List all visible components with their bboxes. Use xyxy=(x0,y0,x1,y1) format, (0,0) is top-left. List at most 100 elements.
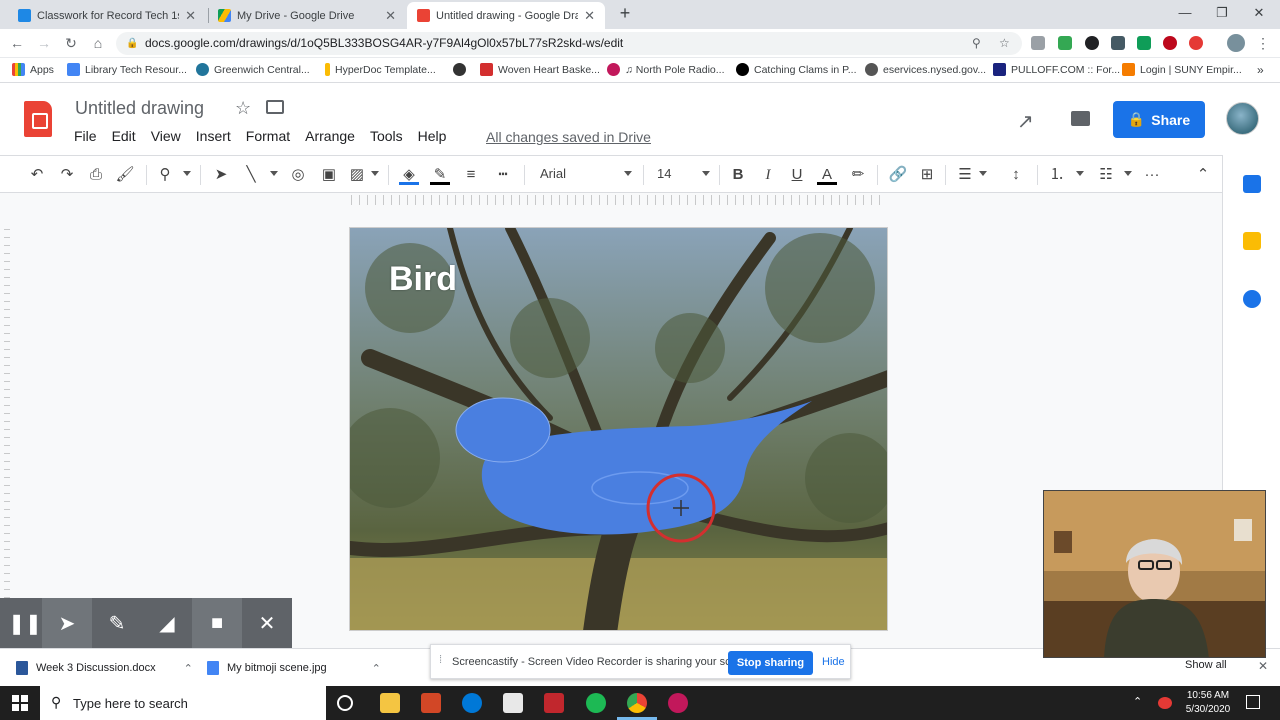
profile-avatar[interactable] xyxy=(1227,34,1245,52)
text-color-button[interactable]: A xyxy=(817,165,837,185)
undo-icon[interactable]: ↶ xyxy=(27,165,47,185)
drawing-page[interactable]: Bird xyxy=(349,227,888,631)
pointer-icon[interactable]: ➤ xyxy=(42,598,92,648)
drag-handle-icon[interactable]: ⁞ xyxy=(439,654,442,666)
align-dropdown-icon[interactable] xyxy=(979,171,987,176)
line-spacing-icon[interactable]: ↕ xyxy=(1006,165,1026,185)
edge-icon[interactable] xyxy=(462,693,482,713)
line-dropdown-icon[interactable] xyxy=(270,171,278,176)
drawings-logo-icon[interactable] xyxy=(24,101,52,137)
collapse-toolbar-icon[interactable]: ⌃ xyxy=(1193,165,1213,185)
store-icon[interactable] xyxy=(503,693,523,713)
menu-insert[interactable]: Insert xyxy=(196,128,231,144)
show-all-button[interactable]: Show all xyxy=(1185,659,1227,671)
pen-icon[interactable]: ✎ xyxy=(92,598,142,648)
print-icon[interactable]: ⎙ xyxy=(86,165,106,185)
pinterest-icon[interactable] xyxy=(1163,36,1177,50)
new-tab-button[interactable]: + xyxy=(612,4,638,22)
camera-icon[interactable]: ■ xyxy=(192,598,242,648)
calendar-icon[interactable] xyxy=(1243,175,1261,193)
fill-color-icon[interactable]: ◈ xyxy=(399,165,419,185)
highlight-icon[interactable]: ✏ xyxy=(848,165,868,185)
bookmark-item[interactable]: Catching Clams in P... xyxy=(736,63,857,76)
download-item[interactable]: Week 3 Discussion.docx ⌃ xyxy=(16,661,193,675)
zoom-icon[interactable]: ⚲ xyxy=(972,32,981,55)
font-family-select[interactable]: Arial xyxy=(540,166,566,181)
system-clock[interactable]: 10:56 AM 5/30/2020 xyxy=(1180,689,1236,717)
border-color-icon[interactable]: ✎ xyxy=(430,165,450,185)
bookmark-item[interactable]: eservices.nysed.gov... xyxy=(865,63,986,76)
bookmark-item[interactable]: Login | SUNY Empir... xyxy=(1122,63,1242,76)
close-icon[interactable]: ✕ xyxy=(242,598,292,648)
zoom-dropdown-icon[interactable] xyxy=(183,171,191,176)
chrome-icon[interactable] xyxy=(627,693,647,713)
menu-tools[interactable]: Tools xyxy=(370,128,403,144)
back-icon[interactable]: ← xyxy=(8,34,26,52)
border-dash-icon[interactable]: ┅ xyxy=(493,165,513,185)
menu-arrange[interactable]: Arrange xyxy=(305,128,355,144)
font-dropdown-icon[interactable] xyxy=(624,171,632,176)
comments-icon[interactable] xyxy=(1071,111,1090,126)
windows-start-icon[interactable] xyxy=(12,695,28,711)
tray-app-icon[interactable] xyxy=(1158,697,1172,709)
bird-text-label[interactable]: Bird xyxy=(389,260,457,299)
eraser-icon[interactable]: ◢ xyxy=(142,598,192,648)
extension-icon[interactable] xyxy=(1111,36,1125,50)
font-size-select[interactable]: 14 xyxy=(657,166,671,181)
address-bar[interactable]: 🔒 docs.google.com/drawings/d/1oQ5BL333BO… xyxy=(116,32,1022,55)
font-size-dropdown-icon[interactable] xyxy=(702,171,710,176)
bookmark-item[interactable] xyxy=(453,63,471,76)
menu-view[interactable]: View xyxy=(151,128,181,144)
download-item[interactable]: My bitmoji scene.jpg ⌃ xyxy=(207,661,381,675)
tab-untitled-drawing[interactable]: Untitled drawing - Google Drawir ✕ xyxy=(407,2,605,29)
italic-button[interactable]: I xyxy=(758,165,778,185)
menu-edit[interactable]: Edit xyxy=(112,128,136,144)
numbered-list-icon[interactable]: ⒈ xyxy=(1047,165,1067,185)
maximize-button[interactable]: ❐ xyxy=(1209,4,1235,22)
tray-chevron-icon[interactable]: ⌃ xyxy=(1133,695,1142,708)
chevron-up-icon[interactable]: ⌃ xyxy=(184,662,193,675)
image-icon[interactable]: ▨ xyxy=(347,165,367,185)
link-icon[interactable]: 🔗 xyxy=(888,165,908,185)
app-icon[interactable] xyxy=(586,693,606,713)
bookmark-star-icon[interactable]: ☆ xyxy=(999,32,1010,55)
file-explorer-icon[interactable] xyxy=(380,693,400,713)
border-weight-icon[interactable]: ≡ xyxy=(461,165,481,185)
line-tool-icon[interactable]: ╲ xyxy=(241,165,261,185)
stop-sharing-button[interactable]: Stop sharing xyxy=(728,651,813,675)
bulleted-list-icon[interactable]: ☷ xyxy=(1096,165,1116,185)
underline-button[interactable]: U xyxy=(787,165,807,185)
extension-icon[interactable] xyxy=(1137,36,1151,50)
align-icon[interactable]: ☰ xyxy=(955,165,975,185)
close-tab-icon[interactable]: ✕ xyxy=(185,8,196,24)
add-comment-icon[interactable]: ⊞ xyxy=(917,165,937,185)
forward-icon[interactable]: → xyxy=(35,34,53,52)
paint-format-icon[interactable]: 🖌 xyxy=(115,165,135,185)
bookmark-item[interactable]: Greenwich Central... xyxy=(196,63,310,76)
tab-classwork[interactable]: Classwork for Record Tech 1st Gr ✕ xyxy=(8,2,206,29)
close-tab-icon[interactable]: ✕ xyxy=(385,8,396,24)
chevron-up-icon[interactable]: ⌃ xyxy=(372,662,381,675)
keep-icon[interactable] xyxy=(1243,232,1261,250)
bold-button[interactable]: B xyxy=(728,165,748,185)
bookmark-item[interactable]: HyperDoc Template... xyxy=(325,63,436,76)
bookmark-item[interactable]: Woven Heart Baske... xyxy=(480,63,600,76)
text-box-icon[interactable]: ▣ xyxy=(319,165,339,185)
app-icon[interactable] xyxy=(544,693,564,713)
star-icon[interactable]: ☆ xyxy=(235,98,251,119)
bookmark-item[interactable]: ♫ North Pole Radio... xyxy=(607,63,725,76)
minimize-button[interactable]: — xyxy=(1172,4,1198,22)
zoom-icon[interactable]: ⚲ xyxy=(155,165,175,185)
powerpoint-icon[interactable] xyxy=(421,693,441,713)
menu-file[interactable]: File xyxy=(74,128,97,144)
tab-my-drive[interactable]: My Drive - Google Drive ✕ xyxy=(208,2,406,29)
hide-button[interactable]: Hide xyxy=(822,656,845,668)
close-downloads-icon[interactable]: ✕ xyxy=(1258,659,1268,673)
user-avatar[interactable] xyxy=(1226,102,1259,135)
bookmark-item[interactable]: Library Tech Resour... xyxy=(67,63,187,76)
webcam-overlay[interactable] xyxy=(1043,490,1266,658)
image-dropdown-icon[interactable] xyxy=(371,171,379,176)
extension-icon[interactable] xyxy=(1058,36,1072,50)
chrome-menu-icon[interactable]: ⋮ xyxy=(1254,34,1272,52)
more-options-button[interactable]: ··· xyxy=(1142,165,1162,185)
